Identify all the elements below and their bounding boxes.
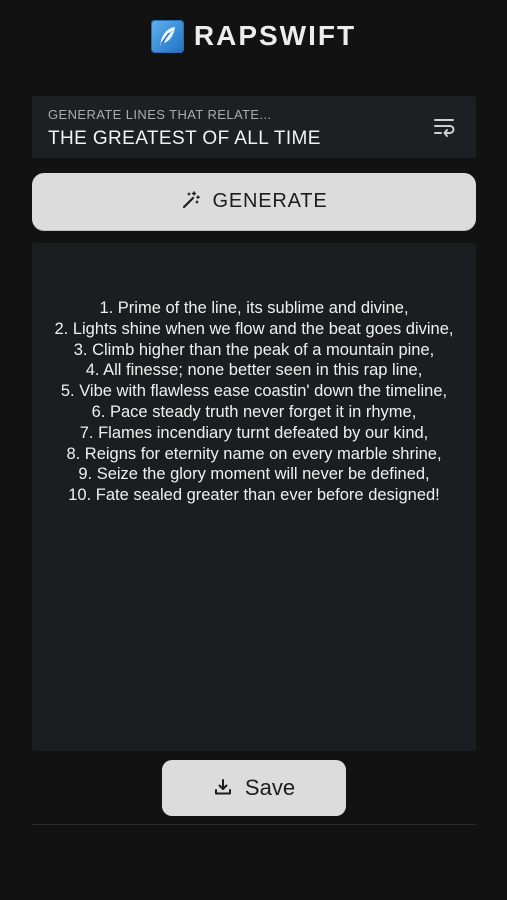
- topic-input-label: GENERATE LINES THAT RELATE...: [48, 107, 272, 122]
- generate-button[interactable]: GENERATE: [32, 173, 476, 230]
- generated-line: 7. Flames incendiary turnt defeated by o…: [79, 423, 429, 442]
- bottom-divider: [32, 824, 476, 825]
- magic-wand-icon: [181, 190, 201, 213]
- save-button-label: Save: [244, 775, 296, 800]
- topic-input[interactable]: GENERATE LINES THAT RELATE... THE GREATE…: [32, 96, 476, 158]
- generated-lines-panel: 1. Prime of the line, its sublime and di…: [32, 243, 476, 751]
- download-icon: [213, 777, 233, 800]
- feather-icon: [150, 19, 184, 53]
- generated-lines-list: 1. Prime of the line, its sublime and di…: [32, 298, 476, 506]
- generated-line: 4. All finesse; none better seen in this…: [85, 361, 423, 380]
- generate-button-label: GENERATE: [212, 190, 328, 212]
- generated-line: 9. Seize the glory moment will never be …: [78, 465, 430, 484]
- save-button[interactable]: Save: [162, 760, 346, 816]
- generated-line: 6. Pace steady truth never forget it in …: [91, 402, 417, 421]
- text-wrap-icon[interactable]: [432, 115, 458, 139]
- app-screen: RAPSWIFT GENERATE LINES THAT RELATE... T…: [0, 0, 507, 900]
- topic-input-value[interactable]: THE GREATEST OF ALL TIME: [48, 128, 460, 150]
- generated-line: 1. Prime of the line, its sublime and di…: [99, 299, 409, 317]
- generated-line: 3. Climb higher than the peak of a mount…: [73, 340, 435, 359]
- generated-line: 5. Vibe with flawless ease coastin' down…: [60, 382, 448, 401]
- generated-line: 10. Fate sealed greater than ever before…: [68, 486, 440, 505]
- app-title: RAPSWIFT: [193, 20, 357, 51]
- generated-line: 8. Reigns for eternity name on every mar…: [66, 444, 442, 463]
- app-header: RAPSWIFT: [0, 17, 507, 55]
- generated-line: 2. Lights shine when we flow and the bea…: [54, 319, 454, 338]
